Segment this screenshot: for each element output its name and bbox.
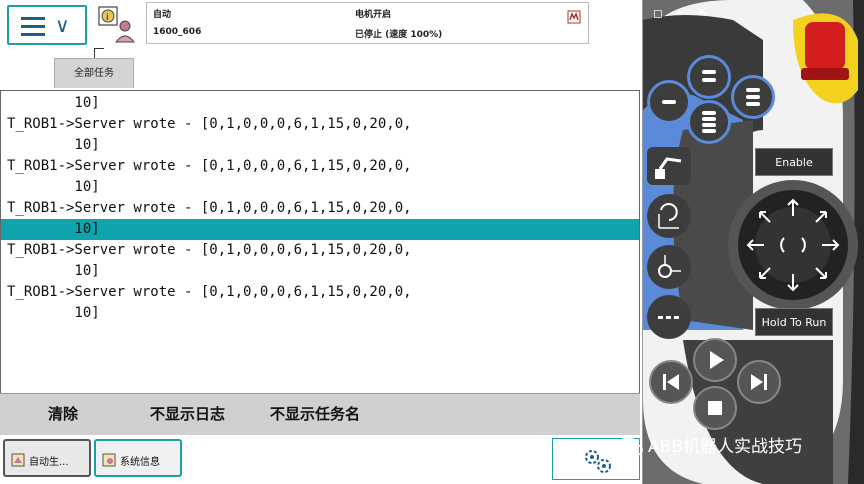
tab-connector xyxy=(94,48,95,58)
minimize-window-button[interactable]: – xyxy=(673,6,687,20)
log-line: 10] xyxy=(7,95,100,111)
programmable-key-4[interactable] xyxy=(687,100,731,144)
system-info-icon xyxy=(102,453,116,467)
key-four-lines-icon xyxy=(702,111,716,133)
select-mechanical-unit-button[interactable] xyxy=(647,147,691,185)
taskbar-system-info[interactable]: 系统信息 xyxy=(94,439,182,477)
log-line: T_ROB1->Server wrote - [0,1,0,0,0,6,1,15… xyxy=(7,116,412,132)
controller-name: 1600_606 xyxy=(153,27,202,37)
key-dots-icon xyxy=(702,70,716,82)
hide-taskname-button[interactable]: 不显示任务名 xyxy=(270,394,360,436)
taskbar: 自动生... 系统信息 xyxy=(0,436,640,484)
svg-text:i: i xyxy=(106,13,109,23)
toggle-increment-button[interactable] xyxy=(647,295,691,339)
step-backward-icon xyxy=(663,374,679,390)
close-window-button[interactable]: ✕ xyxy=(695,6,709,20)
toggle-motion-mode-button[interactable] xyxy=(647,194,691,238)
step-forward-icon xyxy=(751,374,767,390)
event-log-icon[interactable]: i xyxy=(96,4,140,46)
status-bar[interactable]: 自动 1600_606 电机开启 已停止 (速度 100%) xyxy=(146,2,589,44)
taskbar-auto-production[interactable]: 自动生... xyxy=(3,439,91,477)
programmable-key-1[interactable] xyxy=(687,55,731,99)
hamburger-icon xyxy=(21,17,45,36)
log-line: T_ROB1->Server wrote - [0,1,0,0,0,6,1,15… xyxy=(7,200,412,216)
motor-state: 电机开启 xyxy=(355,10,392,20)
wechat-icon xyxy=(618,437,643,457)
programmable-key-2[interactable] xyxy=(647,80,691,124)
tab-connector-h xyxy=(94,48,104,49)
step-backward-button[interactable] xyxy=(649,360,693,404)
clear-button[interactable]: 清除 xyxy=(48,394,78,436)
log-line: 10] xyxy=(7,263,100,279)
abb-logo-icon xyxy=(567,10,581,24)
log-line: 10] xyxy=(7,305,100,321)
log-line: T_ROB1->Server wrote - [0,1,0,0,0,6,1,15… xyxy=(7,284,412,300)
log-line: 10] xyxy=(7,137,100,153)
taskbar-sysinfo-label: 系统信息 xyxy=(120,457,160,468)
toggle-axis-button[interactable] xyxy=(647,245,691,289)
joystick[interactable] xyxy=(738,190,848,300)
program-state: 已停止 (速度 100%) xyxy=(355,30,443,40)
robot-arm-icon xyxy=(655,157,682,179)
log-line: T_ROB1->Server wrote - [0,1,0,0,0,6,1,15… xyxy=(7,158,412,174)
log-line: 10] xyxy=(7,179,100,195)
restore-window-button[interactable]: ◻ xyxy=(651,6,665,20)
rotate-axis-icon xyxy=(658,203,679,229)
play-icon xyxy=(710,351,724,369)
tab-all-tasks[interactable]: 全部任务 xyxy=(54,58,134,88)
log-line-selected[interactable]: 10] xyxy=(7,219,99,240)
joystick-arrows-icon xyxy=(746,198,840,292)
taskbar-auto-label: 自动生... xyxy=(29,457,69,468)
operating-mode: 自动 xyxy=(153,10,172,20)
key-dash-icon xyxy=(662,100,676,104)
chevron-down-icon: ∨ xyxy=(55,13,70,37)
command-bar: 清除 不显示日志 不显示任务名 xyxy=(0,393,640,435)
watermark: ABB机器人实战技巧 xyxy=(618,433,864,461)
run-button[interactable] xyxy=(693,338,737,382)
enable-button[interactable]: Enable xyxy=(755,148,833,176)
programmable-key-3[interactable] xyxy=(731,75,775,119)
stop-icon xyxy=(708,401,722,415)
watermark-text: ABB机器人实战技巧 xyxy=(648,437,802,457)
log-line: T_ROB1->Server wrote - [0,1,0,0,0,6,1,15… xyxy=(7,242,412,258)
hold-to-run-button[interactable]: Hold To Run xyxy=(755,308,833,336)
axis-xyz-icon xyxy=(658,255,681,278)
gears-icon xyxy=(585,450,611,473)
hide-log-button[interactable]: 不显示日志 xyxy=(150,394,225,436)
main-menu-button[interactable]: ∨ xyxy=(7,5,87,45)
log-window[interactable]: 10] T_ROB1->Server wrote - [0,1,0,0,0,6,… xyxy=(0,90,640,394)
stop-button[interactable] xyxy=(693,386,737,430)
virtual-pendant-panel: ◻ – ✕ Enable Hold To Run xyxy=(643,0,864,484)
step-forward-button[interactable] xyxy=(737,360,781,404)
increment-dashes-icon xyxy=(658,316,679,319)
key-lines-icon xyxy=(746,88,760,106)
flexpendant-screen: ∨ i 自动 1600_606 电机开启 已停止 (速度 100%) 全部任务 … xyxy=(0,0,643,484)
production-window-icon xyxy=(11,453,25,467)
